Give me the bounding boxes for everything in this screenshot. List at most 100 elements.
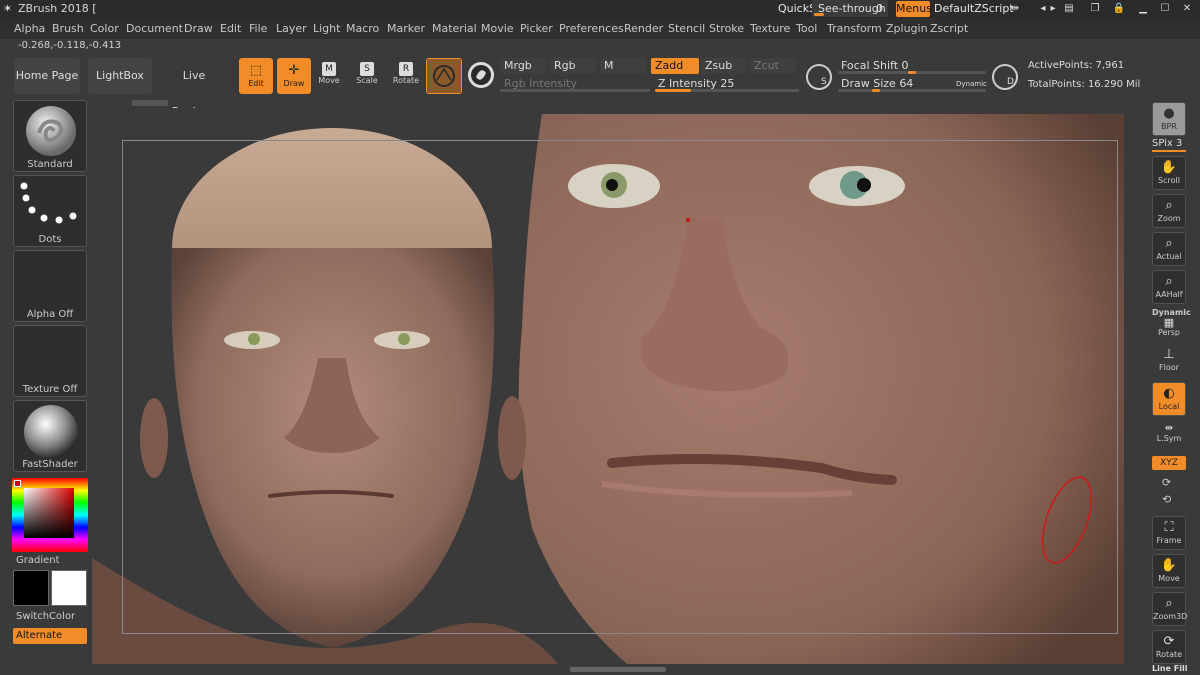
move-view-button[interactable]: ✋ Move — [1152, 554, 1186, 588]
gizmo-button[interactable] — [426, 58, 462, 94]
actual-button[interactable]: ⌕ Actual — [1152, 232, 1186, 266]
zoom-button[interactable]: ⌕ Zoom — [1152, 194, 1186, 228]
zoom3d-icon: ⌕ — [1165, 596, 1173, 611]
rotate-y-icon[interactable]: ⟳ — [1162, 476, 1171, 489]
menu-layer[interactable]: Layer — [276, 22, 307, 35]
right-shelf: ● BPR SPix 3 ✋ Scroll ⌕ Zoom ⌕ Actual ⌕ AAHa… — [1140, 98, 1200, 675]
sculptris-pro-button[interactable] — [468, 62, 494, 88]
dots-stroke-icon — [20, 182, 77, 224]
focal-shift-slider[interactable]: Focal Shift 0 — [838, 58, 986, 74]
line-fill-button[interactable]: Line Fill — [1152, 664, 1187, 673]
menu-preferences[interactable]: Preferences — [559, 22, 624, 35]
saturation-value-square[interactable] — [24, 488, 74, 538]
stroke-picker[interactable]: Dots — [13, 175, 87, 247]
color-picker[interactable] — [12, 478, 88, 552]
default-zscript-button[interactable]: DefaultZScript — [934, 2, 1014, 15]
windows-icon[interactable]: ❐ — [1086, 2, 1104, 15]
rotate-z-icon[interactable]: ⟲ — [1162, 493, 1171, 506]
z-intensity-slider[interactable]: Z Intensity 25 — [655, 76, 799, 92]
spix-label: SPix — [1152, 138, 1173, 149]
zoom3d-button[interactable]: ⌕ Zoom3D — [1152, 592, 1187, 626]
switch-color-button[interactable]: SwitchColor — [16, 611, 75, 622]
menu-tool[interactable]: Tool — [796, 22, 817, 35]
aahalf-button[interactable]: ⌕ AAHalf — [1152, 270, 1186, 304]
menu-picker[interactable]: Picker — [520, 22, 553, 35]
spix-slider[interactable]: SPix 3 — [1152, 138, 1188, 152]
document-frame — [122, 140, 1118, 634]
menu-macro[interactable]: Macro — [346, 22, 379, 35]
zadd-toggle[interactable]: Zadd — [651, 58, 699, 74]
layout-icon[interactable]: ▤ — [1060, 2, 1078, 15]
live-boolean-button[interactable]: Live Boolean — [160, 58, 228, 118]
menu-draw[interactable]: Draw — [184, 22, 213, 35]
minimize-icon[interactable]: ▁ — [1134, 2, 1152, 15]
edit-button[interactable]: ⬚ Edit — [239, 58, 273, 94]
draw-button[interactable]: ✛ Draw — [277, 58, 311, 94]
draw-size-dynamic-icon[interactable]: D — [992, 64, 1018, 90]
menu-stencil[interactable]: Stencil — [668, 22, 705, 35]
material-picker[interactable]: FastShader — [13, 400, 87, 472]
aahalf-magnifier-icon: ⌕ — [1165, 274, 1173, 289]
arrows-left-right-icon[interactable]: ⇹ — [1006, 2, 1024, 15]
edit-label: Edit — [248, 79, 264, 88]
scroll-button[interactable]: ✋ Scroll — [1152, 156, 1186, 190]
maximize-icon[interactable]: ☐ — [1156, 2, 1174, 15]
floor-button[interactable]: ⊥ Floor — [1152, 344, 1186, 378]
lsym-button[interactable]: ⇹ L.Sym — [1152, 424, 1186, 448]
zcut-toggle[interactable]: Zcut — [750, 58, 796, 74]
see-through-slider[interactable]: See-through 0 — [812, 0, 888, 17]
menu-brush[interactable]: Brush — [52, 22, 84, 35]
rotate-button[interactable]: R Rotate — [391, 60, 421, 94]
main-color-swatch[interactable] — [13, 570, 49, 606]
frame-button[interactable]: ⛶ Frame — [1152, 516, 1186, 550]
move-hand-icon: ✋ — [1160, 558, 1178, 573]
rgb-toggle[interactable]: Rgb — [550, 58, 596, 74]
alpha-picker[interactable]: Alpha Off — [13, 250, 87, 322]
rotate-label: Rotate — [392, 76, 420, 85]
menu-transform[interactable]: Transform — [827, 22, 882, 35]
menu-alpha[interactable]: Alpha — [14, 22, 45, 35]
tray-handle[interactable] — [570, 667, 666, 672]
xyz-button[interactable]: XYZ — [1152, 456, 1186, 470]
draw-size-slider[interactable]: Draw Size 64 Dynamic — [838, 76, 987, 92]
lock-icon[interactable]: 🔒 — [1110, 2, 1128, 15]
rotate-view-label: Rotate — [1155, 650, 1183, 659]
menu-render[interactable]: Render — [624, 22, 663, 35]
viewport-canvas[interactable] — [92, 108, 1140, 664]
secondary-color-swatch[interactable] — [51, 570, 87, 606]
gradient-toggle[interactable]: Gradient — [16, 555, 60, 566]
menu-zplugin[interactable]: Zplugin — [886, 22, 928, 35]
menu-file[interactable]: File — [249, 22, 267, 35]
menu-stroke[interactable]: Stroke — [709, 22, 744, 35]
menu-material[interactable]: Material — [432, 22, 477, 35]
rgb-intensity-slider[interactable]: Rgb Intensity — [500, 76, 650, 92]
local-label: Local — [1158, 402, 1180, 411]
bpr-button[interactable]: ● BPR — [1152, 102, 1186, 136]
menu-edit[interactable]: Edit — [220, 22, 241, 35]
menu-movie[interactable]: Movie — [481, 22, 514, 35]
menu-document[interactable]: Document — [126, 22, 183, 35]
mrgb-toggle[interactable]: Mrgb — [500, 58, 546, 74]
menu-light[interactable]: Light — [313, 22, 340, 35]
rotate-view-button[interactable]: ⟳ Rotate — [1152, 630, 1186, 664]
close-icon[interactable]: ✕ — [1178, 2, 1196, 15]
brush-picker[interactable]: Standard — [13, 100, 87, 172]
local-button[interactable]: ◐ Local — [1152, 382, 1186, 416]
persp-button[interactable]: Dynamic ▦ Persp — [1152, 306, 1191, 340]
texture-picker[interactable]: Texture Off — [13, 325, 87, 397]
lazy-mouse-icon[interactable]: S — [806, 64, 832, 90]
zoom-icon: ⌕ — [1165, 198, 1173, 213]
alternate-button[interactable]: Alternate — [13, 628, 87, 644]
home-page-button[interactable]: Home Page — [14, 58, 80, 94]
menu-color[interactable]: Color — [90, 22, 119, 35]
menus-button[interactable]: Menus — [896, 1, 932, 17]
menu-marker[interactable]: Marker — [387, 22, 425, 35]
move-button[interactable]: M Move — [314, 60, 344, 94]
lightbox-button[interactable]: LightBox — [88, 58, 152, 94]
menu-texture[interactable]: Texture — [750, 22, 790, 35]
scale-button[interactable]: S Scale — [352, 60, 382, 94]
zsub-toggle[interactable]: Zsub — [701, 58, 747, 74]
m-toggle[interactable]: M — [600, 58, 646, 74]
see-through-value: 0 — [876, 2, 883, 15]
menu-zscript[interactable]: Zscript — [930, 22, 968, 35]
